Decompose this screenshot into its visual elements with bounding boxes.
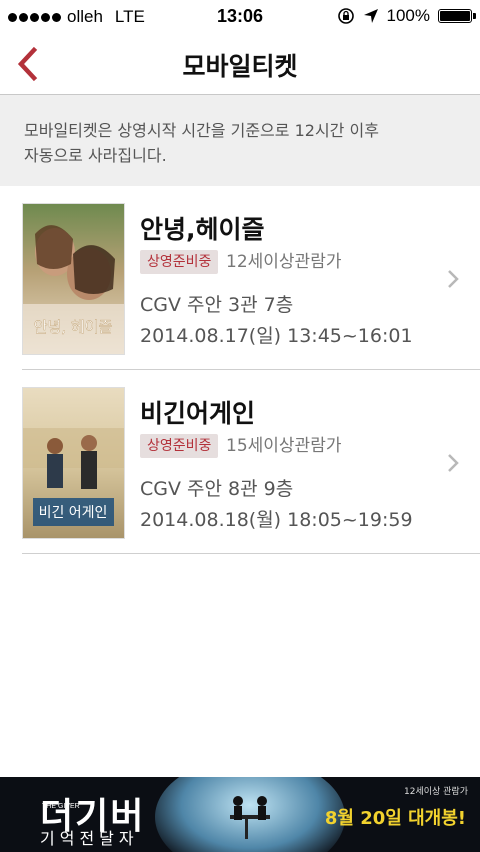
status-badge: 상영준비중 [140,434,219,458]
status-badge: 상영준비중 [140,250,219,274]
age-rating: 15세이상관람가 [226,436,342,456]
notice-line-1: 모바일티켓은 상영시작 시간을 기준으로 12시간 이후 [24,121,379,140]
divider [22,553,480,554]
theater-info: CGV 주안 3관 7층 [140,294,294,316]
poster-title-text: 안녕, 헤이즐 [34,318,113,336]
ad-release-date: 8월 20일 대개봉! [324,808,466,829]
nav-bar: 모바일티켓 [0,34,480,95]
notice-banner: 모바일티켓은 상영시작 시간을 기준으로 12시간 이후 자동으로 사라집니다. [0,95,480,186]
chevron-right-icon [448,270,459,288]
movie-title: 안녕,헤이즐 [140,215,265,244]
movie-poster: 안녕, 헤이즐 [22,203,125,355]
chevron-right-icon [448,454,459,472]
battery-fill [440,11,470,21]
notice-line-2: 자동으로 사라집니다. [24,146,167,165]
movie-poster: 비긴 어게인 [22,387,125,539]
ad-title-en: THE GIVER [42,803,80,810]
poster-image: 비긴 어게인 [23,388,124,538]
location-arrow-icon [363,9,378,23]
status-right: 100% [337,6,476,26]
ad-banner[interactable]: 더기버 THE GIVER 기억전달자 12세이상 관람가 8월 20일 대개봉… [0,777,480,852]
ticket-item[interactable]: 안녕, 헤이즐 안녕,헤이즐 상영준비중 12세이상관람가 CGV 주안 3관 … [0,186,480,370]
ad-rating: 12세이상 관람가 [404,787,468,797]
battery-percent: 100% [386,6,430,25]
page-title: 모바일티켓 [182,52,298,81]
showtime: 2014.08.17(일) 13:45~16:01 [140,325,413,347]
battery-icon [438,9,476,23]
theater-info: CGV 주안 8관 9층 [140,478,294,500]
age-rating: 12세이상관람가 [226,252,342,272]
ad-subtitle: 기억전달자 [40,829,139,848]
status-bar: olleh LTE 13:06 100% [0,0,480,34]
poster-title-text: 비긴 어게인 [39,505,108,521]
ad-scene-image [155,777,345,852]
orientation-lock-icon [337,8,354,24]
ticket-item[interactable]: 비긴 어게인 비긴어게인 상영준비중 15세이상관람가 CGV 주안 8관 9층… [0,370,480,554]
poster-image: 안녕, 헤이즐 [23,204,124,354]
ticket-list: 안녕, 헤이즐 안녕,헤이즐 상영준비중 12세이상관람가 CGV 주안 3관 … [0,186,480,554]
showtime: 2014.08.18(월) 18:05~19:59 [140,509,413,531]
movie-title: 비긴어게인 [140,399,256,428]
